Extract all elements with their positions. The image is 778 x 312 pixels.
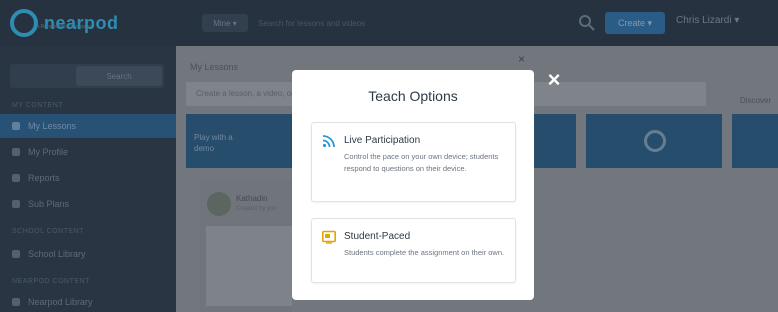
option-title: Student-Paced xyxy=(344,231,411,242)
close-icon[interactable]: × xyxy=(544,69,564,91)
option-title: Live Participation xyxy=(344,135,421,146)
option-description: Students complete the assignment on thei… xyxy=(344,248,505,257)
modal-title: Teach Options xyxy=(368,88,458,104)
student-paced-icon xyxy=(322,230,336,244)
rss-icon xyxy=(322,135,335,148)
student-paced-option[interactable]: Student-Paced Students complete the assi… xyxy=(311,218,516,283)
live-participation-option[interactable]: Live Participation Control the pace on y… xyxy=(311,122,516,202)
teach-options-modal: Teach Options Live Participation Control… xyxy=(292,70,534,300)
option-description: Control the pace on your own device; stu… xyxy=(344,152,499,173)
